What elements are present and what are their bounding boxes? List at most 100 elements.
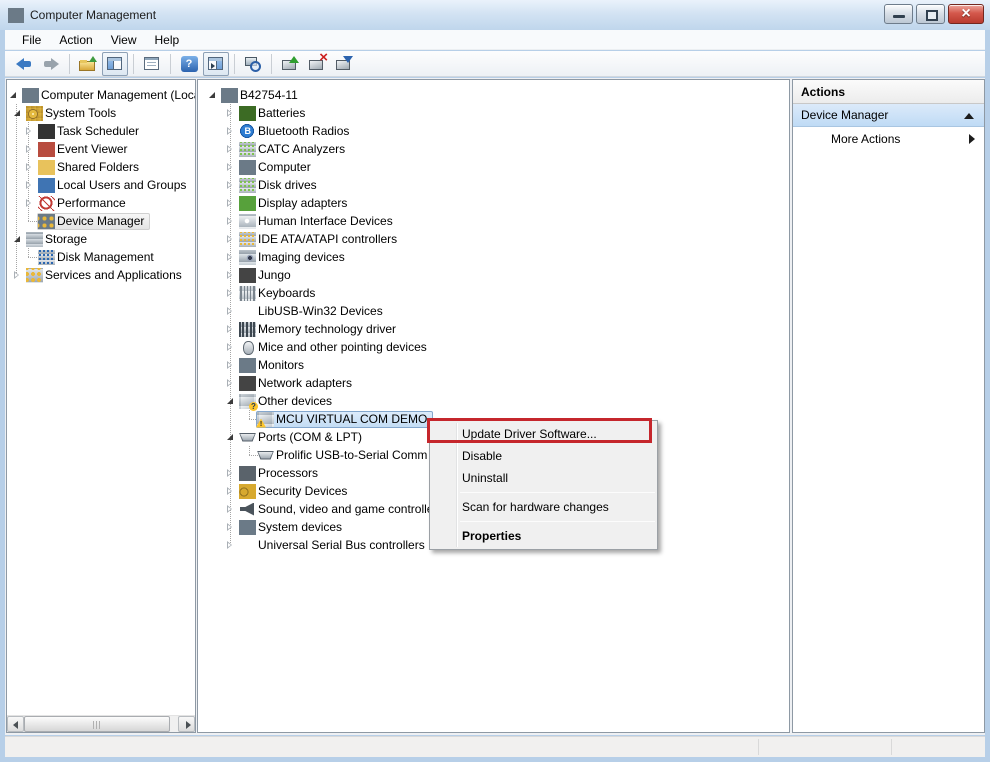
console-tree-item-device-manager[interactable]: Device Manager [7, 212, 195, 230]
expander-collapsed-icon[interactable] [224, 230, 238, 248]
expander-expanded-icon[interactable] [7, 86, 21, 104]
expander-collapsed-icon[interactable] [224, 374, 238, 392]
unknown-device-icon: ? [239, 394, 256, 409]
show-hide-console-tree-button[interactable] [102, 52, 128, 76]
device-tree-item-b42754-11[interactable]: B42754-11 [198, 86, 789, 104]
scan-hardware-button[interactable] [240, 52, 266, 76]
menu-file[interactable]: File [13, 31, 50, 49]
expander-collapsed-icon[interactable] [224, 266, 238, 284]
disable-device-button[interactable] [331, 52, 357, 76]
expander-collapsed-icon[interactable] [224, 140, 238, 158]
expander-collapsed-icon[interactable] [224, 302, 238, 320]
more-actions-item[interactable]: More Actions [793, 127, 984, 151]
expander-expanded-icon[interactable] [224, 428, 238, 446]
title-bar[interactable]: Computer Management [0, 0, 990, 30]
device-tree-item-ide-ata-atapi-controllers[interactable]: IDE ATA/ATAPI controllers [198, 230, 789, 248]
expander-expanded-icon[interactable] [11, 104, 25, 122]
expander-collapsed-icon[interactable] [224, 176, 238, 194]
expander-collapsed-icon[interactable] [224, 464, 238, 482]
scroll-right-button[interactable] [178, 716, 195, 732]
performance-icon [38, 196, 55, 211]
scrollbar-thumb[interactable] [24, 716, 170, 732]
expander-collapsed-icon[interactable] [224, 320, 238, 338]
menu-help[interactable]: Help [146, 31, 189, 49]
expander-collapsed-icon[interactable] [224, 500, 238, 518]
scroll-left-button[interactable] [7, 716, 24, 732]
expander-collapsed-icon[interactable] [23, 194, 37, 212]
expander-collapsed-icon[interactable] [11, 266, 25, 284]
device-tree-item-disk-drives[interactable]: Disk drives [198, 176, 789, 194]
close-button[interactable] [948, 4, 984, 24]
console-tree-item-storage[interactable]: Storage [7, 230, 195, 248]
device-tree-item-catc-analyzers[interactable]: CATC Analyzers [198, 140, 789, 158]
horizontal-scrollbar[interactable] [7, 715, 195, 732]
minimize-button[interactable] [884, 4, 913, 24]
selected-item-highlight[interactable]: Device Manager [37, 213, 150, 230]
expander-collapsed-icon[interactable] [23, 122, 37, 140]
console-tree-item-performance[interactable]: Performance [7, 194, 195, 212]
device-tree-item-network-adapters[interactable]: Network adapters [198, 374, 789, 392]
menu-action[interactable]: Action [50, 31, 101, 49]
device-tree-item-display-adapters[interactable]: Display adapters [198, 194, 789, 212]
expander-collapsed-icon[interactable] [224, 158, 238, 176]
menu-item-disable[interactable]: Disable [430, 445, 657, 467]
device-tree-item-memory-technology-driver[interactable]: Memory technology driver [198, 320, 789, 338]
help-button[interactable] [176, 52, 202, 76]
device-tree-item-bluetooth-radios[interactable]: Bluetooth Radios [198, 122, 789, 140]
device-tree-item-computer[interactable]: Computer [198, 158, 789, 176]
expander-collapsed-icon[interactable] [224, 194, 238, 212]
expander-collapsed-icon[interactable] [224, 284, 238, 302]
console-tree-item-computer-management-local[interactable]: Computer Management (Local) [7, 86, 195, 104]
device-tree-item-human-interface-devices[interactable]: Human Interface Devices [198, 212, 789, 230]
console-tree-item-disk-management[interactable]: Disk Management [7, 248, 195, 266]
device-tree-item-monitors[interactable]: Monitors [198, 356, 789, 374]
expander-collapsed-icon[interactable] [224, 356, 238, 374]
console-tree-item-system-tools[interactable]: System Tools [7, 104, 195, 122]
update-driver-button[interactable] [277, 52, 303, 76]
selected-item-highlight[interactable]: !MCU VIRTUAL COM DEMO [256, 411, 433, 428]
imaging-icon [239, 250, 256, 265]
console-tree-item-services-and-applications[interactable]: Services and Applications [7, 266, 195, 284]
expander-collapsed-icon[interactable] [224, 482, 238, 500]
expander-expanded-icon[interactable] [224, 392, 238, 410]
expander-collapsed-icon[interactable] [224, 248, 238, 266]
properties-window-button[interactable] [139, 52, 165, 76]
menu-view[interactable]: View [102, 31, 146, 49]
tree-item-label: Prolific USB-to-Serial Comm [274, 448, 430, 462]
menu-item-uninstall[interactable]: Uninstall [430, 467, 657, 489]
expander-expanded-icon[interactable] [206, 86, 220, 104]
show-hide-action-pane-button[interactable] [203, 52, 229, 76]
device-tree-item-batteries[interactable]: Batteries [198, 104, 789, 122]
expander-collapsed-icon[interactable] [224, 518, 238, 536]
device-tree-item-jungo[interactable]: Jungo [198, 266, 789, 284]
expander-collapsed-icon[interactable] [23, 158, 37, 176]
collapse-group-icon[interactable] [964, 113, 974, 119]
device-tree-item-mice-and-other-pointing-devices[interactable]: Mice and other pointing devices [198, 338, 789, 356]
expander-collapsed-icon[interactable] [224, 212, 238, 230]
device-tree-item-other-devices[interactable]: ?Other devices [198, 392, 789, 410]
up-one-level-button[interactable] [75, 52, 101, 76]
menu-item-scan-for-hardware-changes[interactable]: Scan for hardware changes [430, 496, 657, 518]
expander-collapsed-icon[interactable] [224, 104, 238, 122]
console-tree-item-local-users-and-groups[interactable]: Local Users and Groups [7, 176, 195, 194]
expander-collapsed-icon[interactable] [224, 122, 238, 140]
actions-group-device-manager[interactable]: Device Manager [793, 104, 984, 127]
device-tree-item-libusb-win32-devices[interactable]: LibUSB-Win32 Devices [198, 302, 789, 320]
expander-collapsed-icon[interactable] [23, 176, 37, 194]
restore-button[interactable] [916, 4, 945, 24]
console-tree-item-event-viewer[interactable]: Event Viewer [7, 140, 195, 158]
expander-collapsed-icon[interactable] [224, 536, 238, 554]
toolbar [5, 51, 985, 77]
menu-item-properties[interactable]: Properties [430, 525, 657, 547]
expander-expanded-icon[interactable] [11, 230, 25, 248]
expander-collapsed-icon[interactable] [224, 338, 238, 356]
back-button[interactable] [11, 52, 37, 76]
menu-item-update-driver-software[interactable]: Update Driver Software... [430, 423, 657, 445]
uninstall-device-button[interactable] [304, 52, 330, 76]
device-tree-item-keyboards[interactable]: Keyboards [198, 284, 789, 302]
expander-collapsed-icon[interactable] [23, 140, 37, 158]
device-tree-item-imaging-devices[interactable]: Imaging devices [198, 248, 789, 266]
forward-button[interactable] [38, 52, 64, 76]
console-tree-item-shared-folders[interactable]: Shared Folders [7, 158, 195, 176]
console-tree-item-task-scheduler[interactable]: Task Scheduler [7, 122, 195, 140]
